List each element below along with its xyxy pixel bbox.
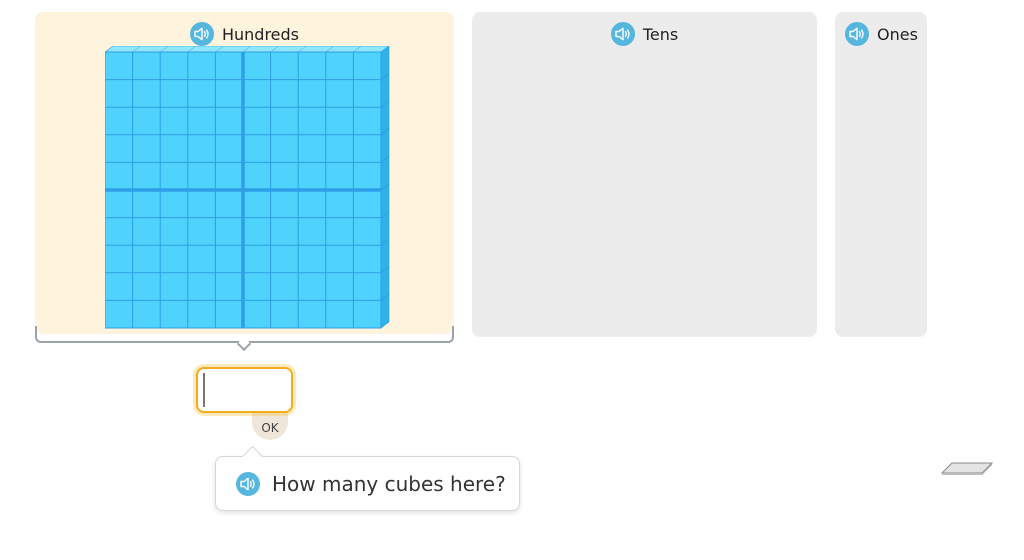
column-label-tens: Tens — [642, 24, 679, 44]
ones-header: Ones — [835, 18, 927, 50]
speaker-icon[interactable] — [845, 22, 869, 46]
text-cursor — [203, 373, 205, 407]
ones-column[interactable]: Ones — [835, 12, 927, 337]
hundred-cube-icon — [104, 45, 390, 329]
speaker-icon[interactable] — [189, 22, 214, 46]
tens-column[interactable]: Tens — [472, 12, 817, 337]
column-label-ones: Ones — [877, 24, 918, 44]
eraser-icon[interactable] — [940, 460, 994, 482]
hundred-block[interactable] — [104, 45, 393, 334]
tens-header: Tens — [472, 18, 817, 50]
question-text: How many cubes here? — [272, 471, 506, 496]
column-label-hundreds: Hundreds — [221, 24, 300, 44]
ok-button[interactable]: OK — [252, 410, 288, 440]
hundreds-column[interactable]: Hundreds — [35, 12, 454, 334]
speaker-icon[interactable] — [236, 471, 260, 496]
ok-label: OK — [261, 421, 279, 435]
answer-input[interactable] — [196, 367, 293, 413]
speaker-icon[interactable] — [610, 22, 635, 46]
question-bubble: How many cubes here? — [215, 456, 520, 511]
